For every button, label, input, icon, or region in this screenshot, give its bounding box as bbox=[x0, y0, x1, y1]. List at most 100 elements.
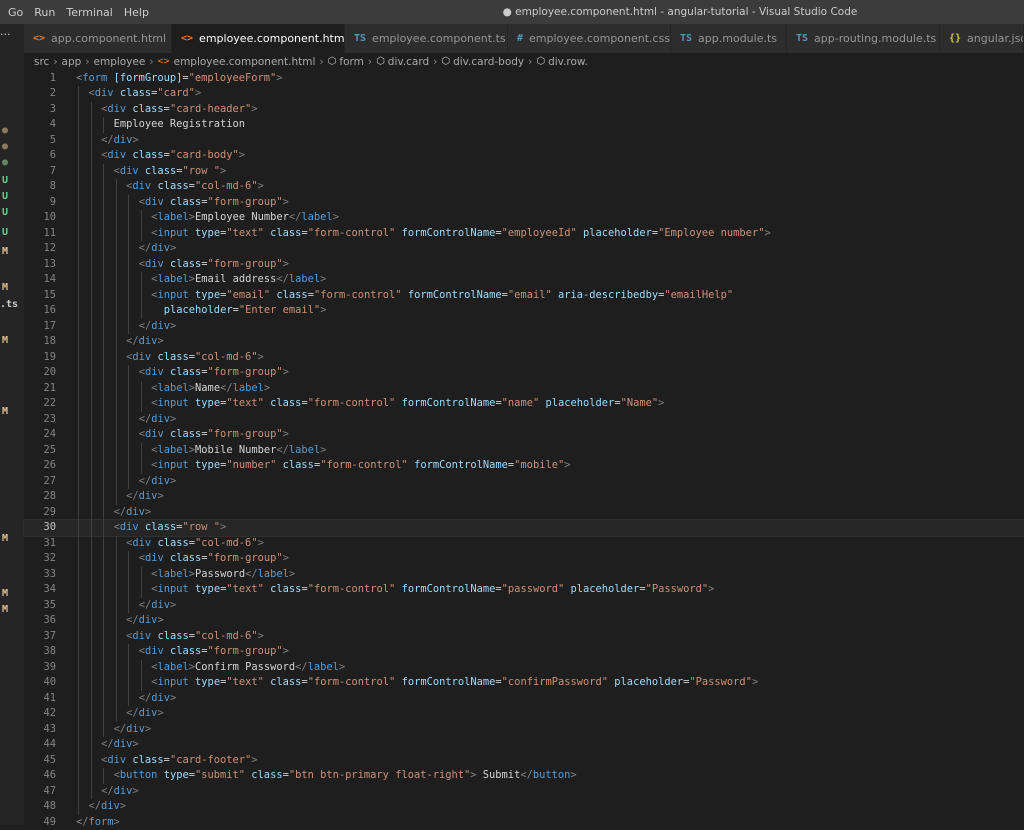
code-token: placeholder bbox=[571, 583, 640, 595]
code-line[interactable]: 7<div class="row "> bbox=[24, 164, 1024, 180]
code-token: "form-group" bbox=[208, 366, 283, 378]
code-line[interactable]: 11<input type="text" class="form-control… bbox=[24, 226, 1024, 242]
symbol-cube-icon: ⬡ bbox=[441, 56, 450, 67]
code-text: </div> bbox=[114, 505, 152, 521]
code-token: class bbox=[157, 537, 188, 549]
code-token: label bbox=[289, 444, 320, 456]
code-token: div bbox=[151, 692, 170, 704]
code-line[interactable]: 26<input type="number" class="form-contr… bbox=[24, 458, 1024, 474]
code-line[interactable]: 29</div> bbox=[24, 505, 1024, 521]
code-line[interactable]: 18</div> bbox=[24, 334, 1024, 350]
code-line[interactable]: 44</div> bbox=[24, 737, 1024, 753]
code-line[interactable]: 32<div class="form-group"> bbox=[24, 551, 1024, 567]
menu-item-terminal[interactable]: Terminal bbox=[66, 6, 113, 19]
tab-app-routing-module-ts[interactable]: TSapp-routing.module.ts bbox=[787, 24, 940, 53]
breadcrumb-item[interactable]: form bbox=[339, 56, 363, 68]
code-line[interactable]: 31<div class="col-md-6"> bbox=[24, 536, 1024, 552]
code-line[interactable]: 41</div> bbox=[24, 691, 1024, 707]
code-line[interactable]: 2<div class="card"> bbox=[24, 86, 1024, 102]
code-token: "row " bbox=[182, 521, 220, 533]
code-line[interactable]: 28</div> bbox=[24, 489, 1024, 505]
code-text: <label>Password</label> bbox=[151, 567, 295, 583]
code-line[interactable]: 37<div class="col-md-6"> bbox=[24, 629, 1024, 645]
code-line[interactable]: 40<input type="text" class="form-control… bbox=[24, 675, 1024, 691]
code-line[interactable]: 10<label>Employee Number</label> bbox=[24, 210, 1024, 226]
breadcrumb-item[interactable]: employee.component.html bbox=[174, 56, 316, 68]
code-token: "Employee number" bbox=[658, 227, 764, 239]
line-number: 45 bbox=[24, 753, 56, 769]
code-line[interactable]: 47</div> bbox=[24, 784, 1024, 800]
tab-app-component-html[interactable]: <>app.component.html bbox=[24, 24, 172, 53]
code-line[interactable]: 27</div> bbox=[24, 474, 1024, 490]
menu-item-go[interactable]: Go bbox=[8, 6, 23, 19]
code-line[interactable]: 46<button type="submit" class="btn btn-p… bbox=[24, 768, 1024, 784]
breadcrumb-item[interactable]: app bbox=[62, 56, 82, 68]
code-line[interactable]: 19<div class="col-md-6"> bbox=[24, 350, 1024, 366]
code-line[interactable]: 6<div class="card-body"> bbox=[24, 148, 1024, 164]
breadcrumb-item[interactable]: div.card-body bbox=[453, 56, 524, 68]
code-line[interactable]: 43</div> bbox=[24, 722, 1024, 738]
code-token: </ bbox=[139, 599, 152, 611]
file-type-icon: TS bbox=[354, 33, 366, 44]
breadcrumb-item[interactable]: div.card bbox=[388, 56, 429, 68]
code-token: "card-footer" bbox=[170, 754, 251, 766]
code-line[interactable]: 42</div> bbox=[24, 706, 1024, 722]
code-text: <input type="text" class="form-control" … bbox=[151, 675, 758, 691]
code-line[interactable]: 36</div> bbox=[24, 613, 1024, 629]
tab-employee-component-html[interactable]: <>employee.component.html bbox=[172, 24, 345, 53]
code-token: "form-group" bbox=[208, 428, 283, 440]
code-line[interactable]: 24<div class="form-group"> bbox=[24, 427, 1024, 443]
code-line[interactable]: 4Employee Registration bbox=[24, 117, 1024, 133]
scm-status-marker: M bbox=[2, 604, 8, 615]
code-token: class bbox=[270, 583, 301, 595]
menu-item-run[interactable]: Run bbox=[34, 6, 55, 19]
code-token: placeholder bbox=[164, 304, 233, 316]
code-line[interactable]: 35</div> bbox=[24, 598, 1024, 614]
more-icon[interactable]: ··· bbox=[0, 28, 11, 41]
code-line[interactable]: 49</form> bbox=[24, 815, 1024, 830]
code-line[interactable]: 45<div class="card-footer"> bbox=[24, 753, 1024, 769]
line-number: 1 bbox=[24, 71, 56, 87]
code-line[interactable]: 15<input type="email" class="form-contro… bbox=[24, 288, 1024, 304]
code-line[interactable]: 9<div class="form-group"> bbox=[24, 195, 1024, 211]
code-line[interactable]: 20<div class="form-group"> bbox=[24, 365, 1024, 381]
breadcrumb-item[interactable]: div.row. bbox=[548, 56, 588, 68]
code-line[interactable]: 48</div> bbox=[24, 799, 1024, 815]
code-token: "form-control" bbox=[308, 583, 396, 595]
breadcrumb-item[interactable]: employee bbox=[94, 56, 146, 68]
chevron-right-icon: › bbox=[528, 56, 532, 68]
code-line[interactable]: 12</div> bbox=[24, 241, 1024, 257]
code-line[interactable]: 34<input type="text" class="form-control… bbox=[24, 582, 1024, 598]
breadcrumb-item[interactable]: src bbox=[34, 56, 49, 68]
code-token: type bbox=[195, 583, 220, 595]
tab-app-module-ts[interactable]: TSapp.module.ts bbox=[671, 24, 787, 53]
code-line[interactable]: 5</div> bbox=[24, 133, 1024, 149]
code-token: div bbox=[132, 537, 151, 549]
code-editor[interactable]: 1<form [formGroup]="employeeForm">2<div … bbox=[24, 70, 1024, 825]
code-line[interactable]: 17</div> bbox=[24, 319, 1024, 335]
code-line[interactable]: 1<form [formGroup]="employeeForm"> bbox=[24, 71, 1024, 87]
code-line[interactable]: 39<label>Confirm Password</label> bbox=[24, 660, 1024, 676]
code-token: formControlName bbox=[408, 289, 502, 301]
menu-item-help[interactable]: Help bbox=[124, 6, 149, 19]
code-token: label bbox=[158, 661, 189, 673]
code-line[interactable]: 38<div class="form-group"> bbox=[24, 644, 1024, 660]
code-line[interactable]: 16placeholder="Enter email"> bbox=[24, 303, 1024, 319]
tab-employee-component-ts[interactable]: TSemployee.component.ts bbox=[345, 24, 508, 53]
code-line[interactable]: 33<label>Password</label> bbox=[24, 567, 1024, 583]
code-line[interactable]: 30<div class="row "> bbox=[24, 520, 1024, 536]
code-token: label bbox=[233, 382, 264, 394]
code-line[interactable]: 8<div class="col-md-6"> bbox=[24, 179, 1024, 195]
code-line[interactable]: 14<label>Email address</label> bbox=[24, 272, 1024, 288]
code-line[interactable]: 13<div class="form-group"> bbox=[24, 257, 1024, 273]
code-line[interactable]: 3<div class="card-header"> bbox=[24, 102, 1024, 118]
code-token: div bbox=[101, 800, 120, 812]
code-line[interactable]: 23</div> bbox=[24, 412, 1024, 428]
tab-employee-component-css[interactable]: #employee.component.css bbox=[508, 24, 671, 53]
code-line[interactable]: 21<label>Name</label> bbox=[24, 381, 1024, 397]
code-token: > bbox=[220, 165, 226, 177]
code-line[interactable]: 22<input type="text" class="form-control… bbox=[24, 396, 1024, 412]
tab-angular-json[interactable]: {}angular.json bbox=[940, 24, 1024, 53]
code-line[interactable]: 25<label>Mobile Number</label> bbox=[24, 443, 1024, 459]
code-token: Employee Number bbox=[195, 211, 289, 223]
